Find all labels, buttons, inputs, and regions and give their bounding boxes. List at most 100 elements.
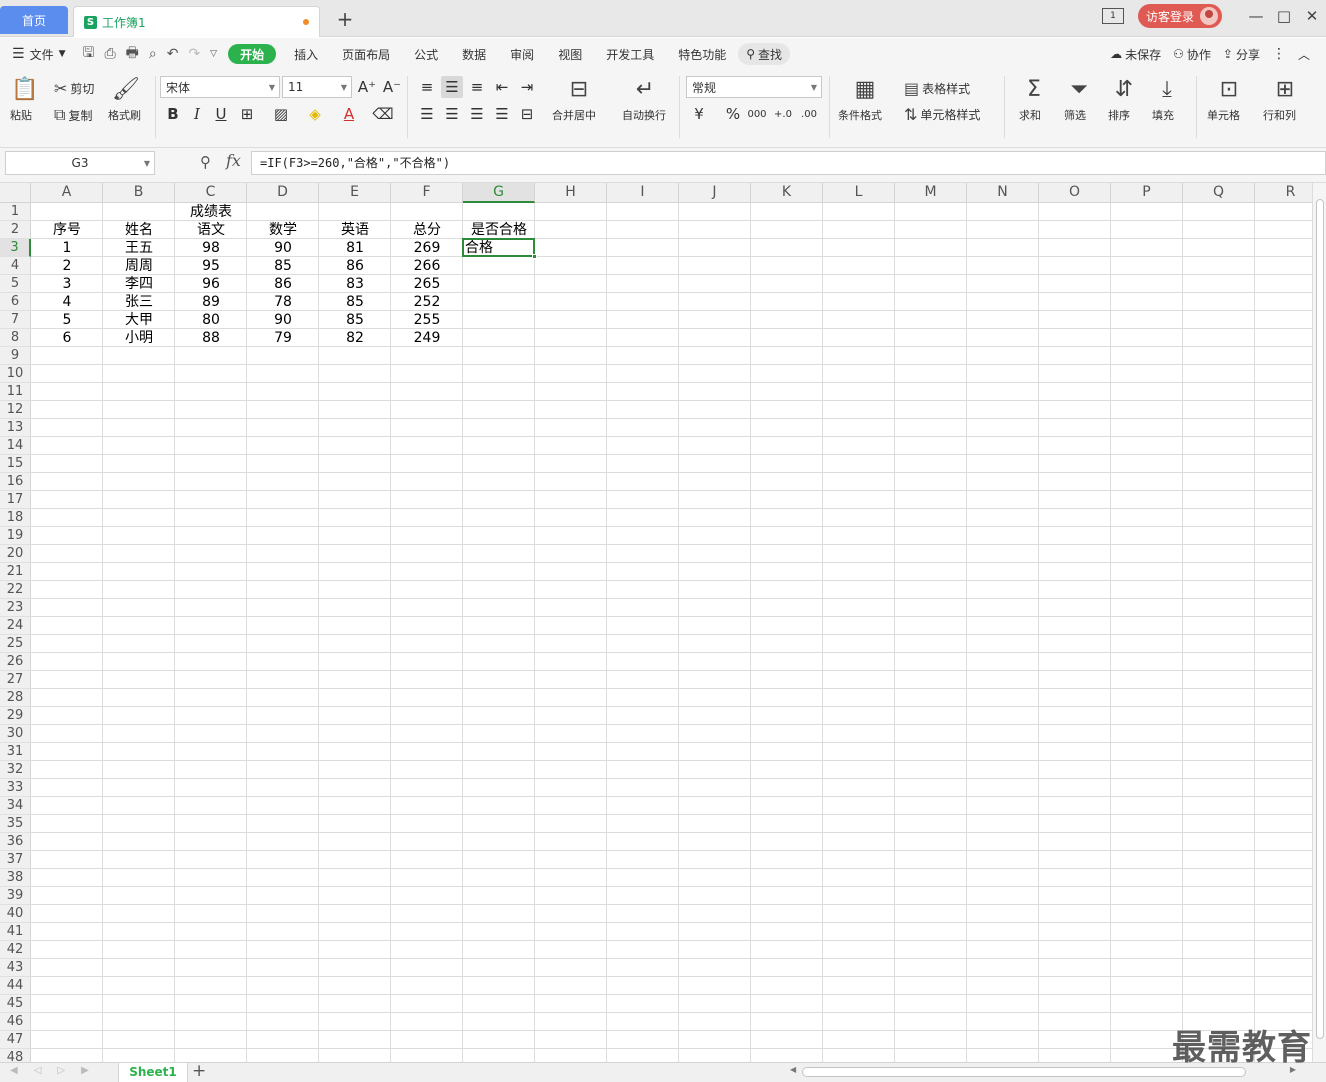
cell-shading-icon[interactable]: ▨: [270, 103, 292, 125]
thousands-separator-icon[interactable]: 000: [746, 103, 768, 125]
column-header-k[interactable]: K: [751, 183, 823, 203]
vertical-scroll-thumb[interactable]: [1316, 199, 1324, 1039]
data-cell[interactable]: 90: [247, 311, 319, 329]
tab-home[interactable]: 开始: [228, 44, 277, 64]
row-header-14[interactable]: 14: [0, 437, 31, 455]
data-cell[interactable]: 96: [175, 275, 247, 293]
row-header-19[interactable]: 19: [0, 527, 31, 545]
row-header-23[interactable]: 23: [0, 599, 31, 617]
decrease-decimal-icon[interactable]: .00: [798, 103, 820, 125]
data-cell[interactable]: 81: [319, 239, 391, 257]
header-cell[interactable]: 姓名: [103, 221, 175, 239]
row-header-5[interactable]: 5: [0, 275, 31, 293]
minimize-button[interactable]: —: [1242, 7, 1270, 25]
row-header-17[interactable]: 17: [0, 491, 31, 509]
data-cell[interactable]: 80: [175, 311, 247, 329]
column-header-q[interactable]: Q: [1183, 183, 1255, 203]
cut-button[interactable]: ✂ 剪切: [54, 79, 94, 98]
collaborate-button[interactable]: ⚇ 协作: [1167, 38, 1217, 70]
font-name-select[interactable]: 宋体 ▼: [160, 76, 280, 98]
column-header-m[interactable]: M: [895, 183, 967, 203]
tab-special-features[interactable]: 特色功能: [666, 38, 738, 70]
row-header-35[interactable]: 35: [0, 815, 31, 833]
header-cell[interactable]: 语文: [175, 221, 247, 239]
underline-icon[interactable]: U: [210, 103, 232, 125]
file-menu[interactable]: ☰ 文件 ▼: [0, 38, 78, 70]
tab-insert[interactable]: 插入: [282, 38, 330, 70]
row-header-22[interactable]: 22: [0, 581, 31, 599]
distribute-icon[interactable]: ⊟: [516, 103, 538, 125]
tab-review[interactable]: 审阅: [498, 38, 546, 70]
scroll-left-icon[interactable]: ◀: [790, 1065, 796, 1074]
cells-icon[interactable]: ⊡: [1216, 76, 1242, 102]
header-cell[interactable]: 总分: [391, 221, 463, 239]
column-header-e[interactable]: E: [319, 183, 391, 203]
conditional-format-icon[interactable]: ▦: [852, 76, 878, 102]
sum-button[interactable]: 求和: [1019, 107, 1041, 123]
spreadsheet-grid[interactable]: A B C D E F G H I J K L M N O P Q R 1 2 3 4 5 6 7 8 9 10 11 12 13 14 15 1…: [0, 183, 1312, 1062]
row-header-45[interactable]: 45: [0, 995, 31, 1013]
row-col-icon[interactable]: ⊞: [1272, 76, 1298, 102]
add-sheet-button[interactable]: +: [192, 1061, 206, 1081]
header-cell[interactable]: 序号: [31, 221, 103, 239]
paste-button[interactable]: 粘贴: [10, 107, 32, 123]
copy-button[interactable]: ⧉ 复制: [54, 105, 92, 125]
data-cell[interactable]: 5: [31, 311, 103, 329]
column-header-c[interactable]: C: [175, 183, 247, 203]
redo-icon[interactable]: ↷: [183, 46, 205, 62]
fill-icon[interactable]: ⤓: [1154, 76, 1180, 102]
row-header-11[interactable]: 11: [0, 383, 31, 401]
row-col-button[interactable]: 行和列: [1263, 107, 1296, 123]
column-header-a[interactable]: A: [31, 183, 103, 203]
column-header-o[interactable]: O: [1039, 183, 1111, 203]
currency-icon[interactable]: ¥: [688, 103, 710, 125]
font-color-icon[interactable]: A: [338, 103, 360, 125]
row-header-46[interactable]: 46: [0, 1013, 31, 1031]
row-header-48[interactable]: 48: [0, 1049, 31, 1062]
row-header-37[interactable]: 37: [0, 851, 31, 869]
column-header-l[interactable]: L: [823, 183, 895, 203]
data-cell[interactable]: 85: [319, 311, 391, 329]
row-header-41[interactable]: 41: [0, 923, 31, 941]
data-cell[interactable]: 269: [391, 239, 463, 257]
wrap-text-icon[interactable]: ↵: [632, 76, 658, 102]
column-header-b[interactable]: B: [103, 183, 175, 203]
tab-view[interactable]: 视图: [546, 38, 594, 70]
header-cell[interactable]: 数学: [247, 221, 319, 239]
align-left-icon[interactable]: ☰: [416, 103, 438, 125]
data-cell[interactable]: 李四: [103, 275, 175, 293]
row-header-3[interactable]: 3: [0, 239, 31, 257]
conditional-format-button[interactable]: 条件格式: [838, 107, 882, 123]
data-cell[interactable]: 4: [31, 293, 103, 311]
unsaved-button[interactable]: ☁ 未保存: [1104, 38, 1167, 70]
search-button[interactable]: ⚲ 查找: [738, 43, 791, 65]
data-cell[interactable]: 6: [31, 329, 103, 347]
align-bottom-icon[interactable]: ≡: [466, 76, 488, 98]
italic-icon[interactable]: I: [186, 103, 208, 125]
data-cell[interactable]: 85: [247, 257, 319, 275]
data-cell[interactable]: 83: [319, 275, 391, 293]
screen-mode-icon[interactable]: 1: [1101, 8, 1124, 24]
row-header-13[interactable]: 13: [0, 419, 31, 437]
tab-data[interactable]: 数据: [450, 38, 498, 70]
row-header-28[interactable]: 28: [0, 689, 31, 707]
sort-button[interactable]: 排序: [1108, 107, 1130, 123]
row-header-9[interactable]: 9: [0, 347, 31, 365]
sum-icon[interactable]: Σ: [1021, 76, 1047, 102]
data-cell[interactable]: 266: [391, 257, 463, 275]
data-cell[interactable]: 79: [247, 329, 319, 347]
data-cell[interactable]: 98: [175, 239, 247, 257]
tab-formulas[interactable]: 公式: [402, 38, 450, 70]
clear-format-icon[interactable]: ⌫: [372, 103, 394, 125]
fill-color-icon[interactable]: ◈: [304, 103, 326, 125]
print-preview-icon[interactable]: ⌕: [144, 46, 162, 62]
header-cell[interactable]: 英语: [319, 221, 391, 239]
data-cell[interactable]: 90: [247, 239, 319, 257]
row-header-27[interactable]: 27: [0, 671, 31, 689]
row-header-30[interactable]: 30: [0, 725, 31, 743]
row-header-4[interactable]: 4: [0, 257, 31, 275]
row-header-12[interactable]: 12: [0, 401, 31, 419]
new-tab-button[interactable]: +: [335, 7, 355, 31]
document-tab[interactable]: S 工作簿1: [73, 6, 320, 37]
data-cell[interactable]: 王五: [103, 239, 175, 257]
